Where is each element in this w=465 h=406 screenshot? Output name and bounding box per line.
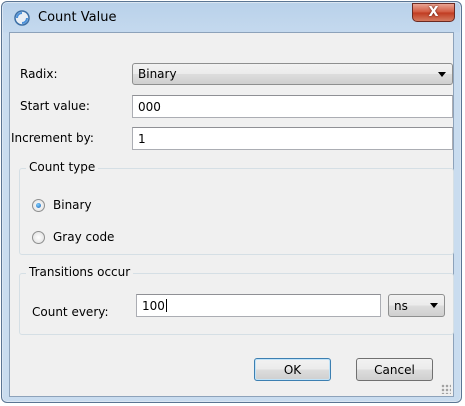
close-button[interactable]: X: [412, 3, 455, 22]
count-type-group: Count type Binary Gray code: [19, 160, 454, 255]
start-value-input[interactable]: 000: [132, 95, 453, 118]
chevron-down-icon: [430, 303, 438, 308]
count-every-label: Count every:: [32, 305, 109, 319]
radix-value: Binary: [138, 67, 177, 81]
chevron-down-icon: [438, 72, 446, 77]
transitions-title: Transitions occur: [26, 265, 134, 279]
cancel-button-label: Cancel: [374, 362, 415, 377]
dialog-body: Radix: Binary Start value: 000 Increment…: [9, 32, 454, 397]
unit-value: ns: [394, 299, 408, 313]
increment-input[interactable]: 1: [132, 127, 453, 150]
count-type-title: Count type: [26, 160, 99, 174]
window-title: Count Value: [38, 10, 117, 25]
app-icon: [14, 10, 30, 26]
start-value-label: Start value:: [20, 99, 90, 113]
radix-label: Radix:: [20, 67, 58, 81]
count-every-input[interactable]: 100: [136, 294, 381, 317]
radio-binary-label[interactable]: Binary: [53, 198, 92, 212]
title-bar[interactable]: Count Value X: [2, 2, 461, 32]
radio-gray-code-label[interactable]: Gray code: [53, 230, 114, 244]
close-icon: X: [428, 5, 439, 20]
radio-gray-code[interactable]: [32, 231, 45, 244]
ok-button[interactable]: OK: [254, 358, 331, 381]
count-every-text: 100: [142, 299, 167, 313]
count-value-dialog: Count Value X Radix: Binary Start value:…: [1, 1, 462, 403]
ok-button-label: OK: [283, 362, 302, 377]
increment-label: Increment by:: [11, 131, 94, 145]
radio-binary[interactable]: [32, 199, 45, 212]
increment-text: 1: [138, 132, 146, 146]
start-value-text: 000: [138, 100, 161, 114]
radix-select[interactable]: Binary: [132, 63, 453, 85]
resize-grip-icon[interactable]: [441, 384, 451, 394]
unit-select[interactable]: ns: [388, 294, 445, 317]
cancel-button[interactable]: Cancel: [356, 358, 433, 381]
text-caret: [165, 299, 167, 312]
